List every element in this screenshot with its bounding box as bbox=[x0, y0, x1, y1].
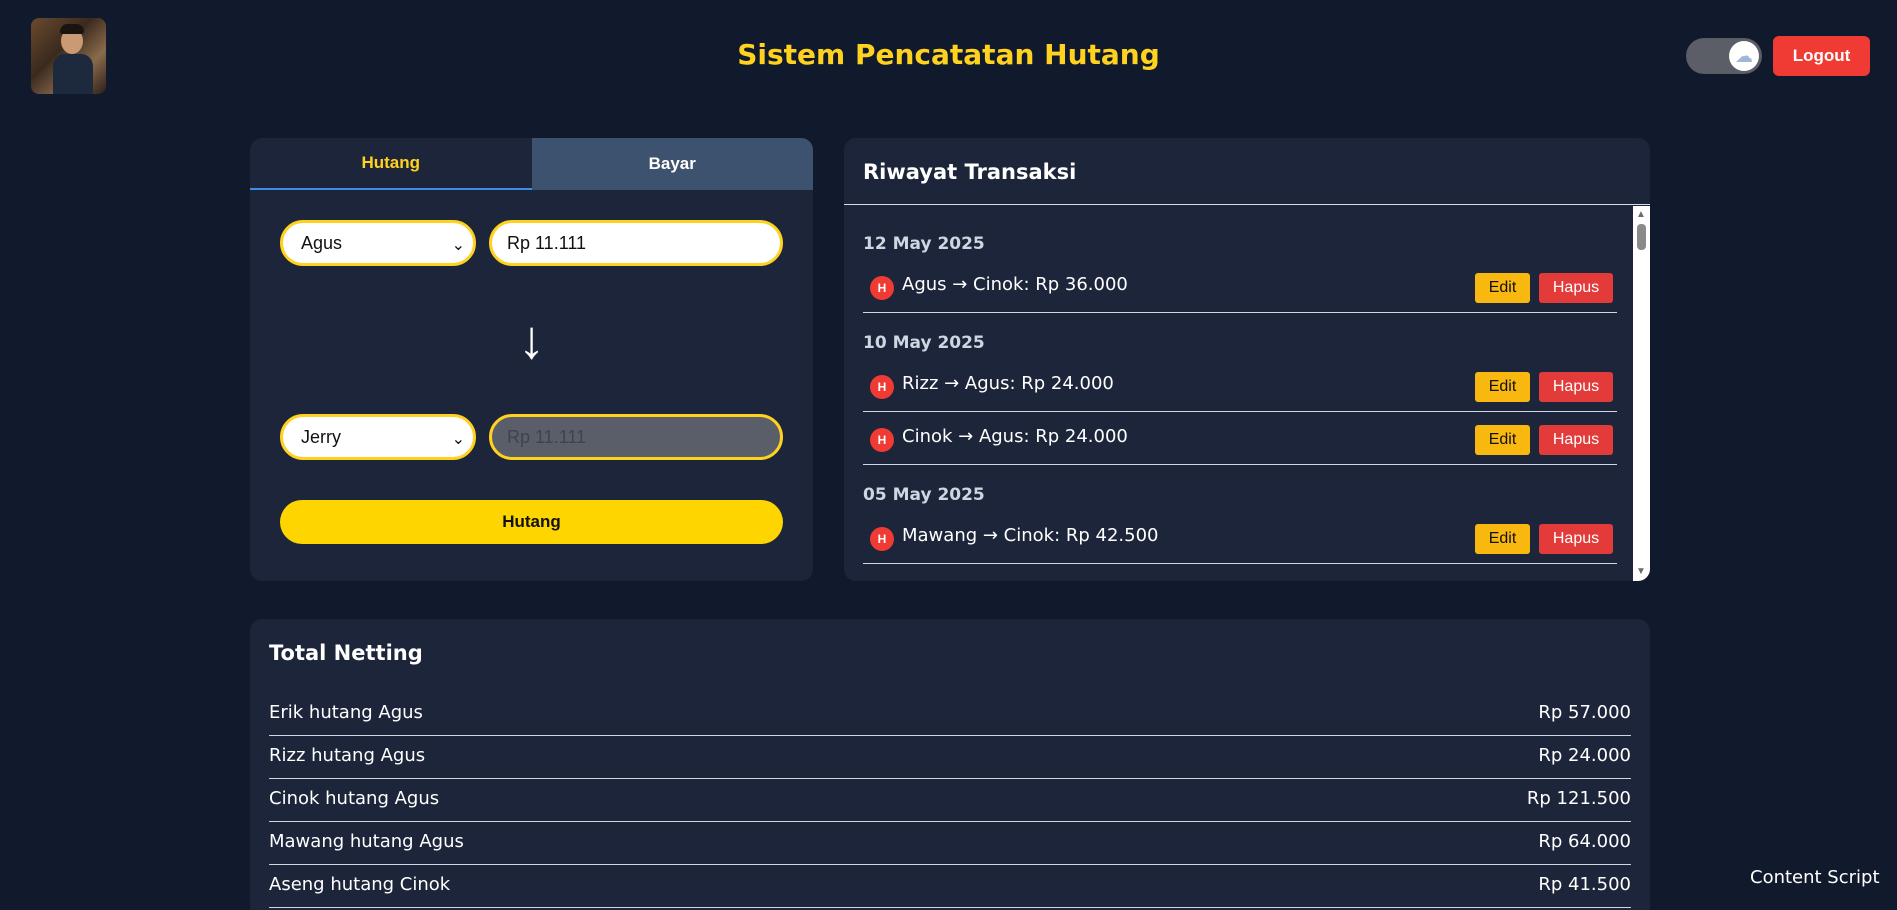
transaction-text: Rizz → Agus: Rp 24.000 bbox=[902, 373, 1114, 394]
tab-hutang[interactable]: Hutang bbox=[250, 138, 532, 190]
scroll-up-icon[interactable]: ▲ bbox=[1636, 210, 1646, 220]
transaction-history-card: Riwayat Transaksi 12 May 2025 H Agus → C… bbox=[844, 138, 1650, 581]
page-title: Sistem Pencatatan Hutang bbox=[737, 38, 1160, 71]
transaction-text: Cinok → Agus: Rp 24.000 bbox=[902, 426, 1128, 447]
chevron-down-icon: ⌄ bbox=[451, 431, 465, 448]
transaction-row: H Rizz → Agus: Rp 24.000 Edit Hapus bbox=[863, 360, 1617, 412]
netting-amount: Rp 64.000 bbox=[1538, 831, 1631, 852]
netting-row: Cinok hutang Agus Rp 121.500 bbox=[269, 779, 1631, 822]
history-title: Riwayat Transaksi bbox=[863, 160, 1077, 184]
edit-button[interactable]: Edit bbox=[1475, 524, 1530, 554]
submit-hutang-button[interactable]: Hutang bbox=[280, 500, 783, 544]
history-scrollbar[interactable]: ▲ ▼ bbox=[1633, 206, 1650, 581]
delete-button[interactable]: Hapus bbox=[1539, 372, 1613, 402]
to-person-value: Jerry bbox=[301, 426, 341, 447]
delete-button[interactable]: Hapus bbox=[1539, 273, 1613, 303]
tab-bayar[interactable]: Bayar bbox=[531, 138, 813, 190]
transaction-text: Agus → Cinok: Rp 36.000 bbox=[902, 274, 1128, 295]
to-person-select[interactable]: Jerry ⌄ bbox=[280, 414, 476, 460]
edit-button[interactable]: Edit bbox=[1475, 425, 1530, 455]
netting-amount: Rp 41.500 bbox=[1538, 874, 1631, 895]
from-amount-input[interactable]: Rp 11.111 bbox=[489, 220, 783, 266]
netting-amount: Rp 57.000 bbox=[1538, 702, 1631, 723]
netting-name: Aseng hutang Cinok bbox=[269, 874, 451, 895]
netting-row: Rizz hutang Agus Rp 24.000 bbox=[269, 736, 1631, 779]
scroll-down-icon[interactable]: ▼ bbox=[1636, 567, 1646, 577]
netting-name: Cinok hutang Agus bbox=[269, 788, 440, 809]
history-list[interactable]: 12 May 2025 H Agus → Cinok: Rp 36.000 Ed… bbox=[844, 206, 1650, 581]
hutang-badge: H bbox=[870, 428, 894, 452]
netting-amount: Rp 121.500 bbox=[1526, 788, 1631, 809]
delete-button[interactable]: Hapus bbox=[1539, 425, 1613, 455]
cloud-icon: ☁ bbox=[1729, 41, 1759, 71]
edit-button[interactable]: Edit bbox=[1475, 372, 1530, 402]
netting-amount: Rp 24.000 bbox=[1538, 745, 1631, 766]
netting-card: Total Netting Erik hutang Agus Rp 57.000… bbox=[250, 619, 1650, 910]
from-person-select[interactable]: Agus ⌄ bbox=[280, 220, 476, 266]
transaction-text: Mawang → Cinok: Rp 42.500 bbox=[902, 525, 1159, 546]
divider bbox=[844, 204, 1650, 205]
netting-row: Mawang hutang Agus Rp 64.000 bbox=[269, 822, 1631, 865]
logout-button[interactable]: Logout bbox=[1773, 36, 1870, 76]
transaction-row: H Agus → Cinok: Rp 36.000 Edit Hapus bbox=[863, 261, 1617, 313]
form-tabs: Hutang Bayar bbox=[250, 138, 813, 190]
date-header: 10 May 2025 bbox=[863, 333, 985, 353]
header: Sistem Pencatatan Hutang ☁ Logout bbox=[0, 0, 1897, 115]
netting-row: Erik hutang Agus Rp 57.000 bbox=[269, 693, 1631, 736]
netting-name: Rizz hutang Agus bbox=[269, 745, 426, 766]
from-person-value: Agus bbox=[301, 232, 343, 253]
hutang-badge: H bbox=[870, 276, 894, 300]
netting-name: Erik hutang Agus bbox=[269, 702, 423, 723]
avatar-hair bbox=[60, 24, 84, 34]
delete-button[interactable]: Hapus bbox=[1539, 524, 1613, 554]
date-header: 05 May 2025 bbox=[863, 485, 985, 505]
netting-title: Total Netting bbox=[269, 641, 423, 665]
to-amount-input: Rp 11.111 bbox=[489, 414, 783, 460]
arrow-down-icon: ↓ bbox=[518, 310, 545, 370]
netting-row: Aseng hutang Cinok Rp 41.500 bbox=[269, 865, 1631, 908]
netting-name: Mawang hutang Agus bbox=[269, 831, 464, 852]
scroll-thumb[interactable] bbox=[1637, 224, 1646, 250]
content-script-label: Content Script bbox=[1750, 867, 1880, 888]
hutang-badge: H bbox=[870, 375, 894, 399]
transaction-row: H Mawang → Cinok: Rp 42.500 Edit Hapus bbox=[863, 512, 1617, 564]
transaction-row: H Cinok → Agus: Rp 24.000 Edit Hapus bbox=[863, 413, 1617, 465]
hutang-badge: H bbox=[870, 527, 894, 551]
edit-button[interactable]: Edit bbox=[1475, 273, 1530, 303]
chevron-down-icon: ⌄ bbox=[451, 237, 465, 254]
theme-toggle[interactable]: ☁ bbox=[1686, 38, 1762, 74]
date-header: 12 May 2025 bbox=[863, 234, 985, 254]
